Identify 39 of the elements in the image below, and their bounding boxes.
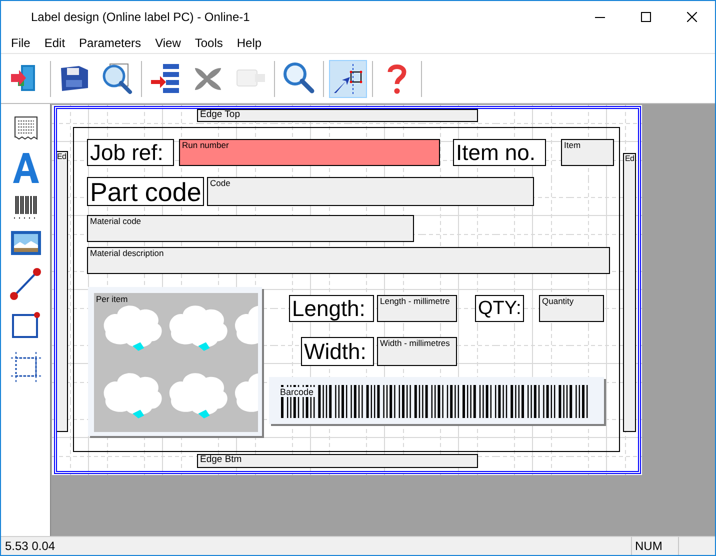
data-field: Material description [87, 247, 610, 274]
barcode-icon[interactable] [12, 194, 40, 220]
window-title: Label design (Online label PC) - Online-1 [31, 10, 251, 24]
data-field: Quantity [539, 295, 604, 322]
data-field: Code [207, 177, 534, 206]
dotted-rectangle-icon[interactable] [10, 350, 42, 384]
label-text: Job ref: [87, 139, 174, 166]
data-field: Item [561, 139, 614, 166]
menu-item[interactable]: Parameters [72, 36, 148, 50]
num-lock-indicator: NUM [631, 537, 678, 555]
menu-item[interactable]: Tools [188, 36, 230, 50]
label-text: Length: [289, 295, 374, 322]
search-icon [282, 62, 316, 96]
label-text: Part code: [87, 177, 204, 206]
receipt-icon[interactable] [12, 114, 40, 142]
picture-icon[interactable] [10, 229, 42, 257]
cursor-coordinates: 5.53 0.04 [4, 538, 56, 555]
menu-item[interactable]: Help [230, 36, 269, 50]
data-field: Width - millimetres [377, 337, 457, 366]
edge-strip: Ed [623, 153, 636, 432]
barcode-caption: Barcode [279, 387, 315, 397]
menu-item[interactable]: View [148, 36, 188, 50]
select-arrow-button[interactable] [329, 60, 367, 98]
close-icon[interactable] [687, 12, 697, 22]
rectangle-tool-icon[interactable] [10, 309, 42, 341]
edge-strip: Edge Btm [197, 454, 478, 468]
maximize-icon[interactable] [641, 12, 651, 22]
edge-strip: Edge Top [197, 109, 478, 122]
label-text: Width: [301, 337, 374, 366]
picture-caption: Per item [96, 294, 128, 304]
line-tool-icon[interactable] [8, 266, 42, 300]
label-text: QTY: [475, 295, 524, 322]
preview-magnifier-icon [100, 62, 134, 96]
label-text: Item no. [453, 139, 546, 166]
data-field: Material code [87, 215, 414, 242]
data-field: Length - millimetre [377, 295, 457, 322]
data-field: Run number [179, 139, 440, 166]
menu-item[interactable]: Edit [37, 36, 72, 50]
menu-item[interactable]: File [4, 36, 38, 50]
